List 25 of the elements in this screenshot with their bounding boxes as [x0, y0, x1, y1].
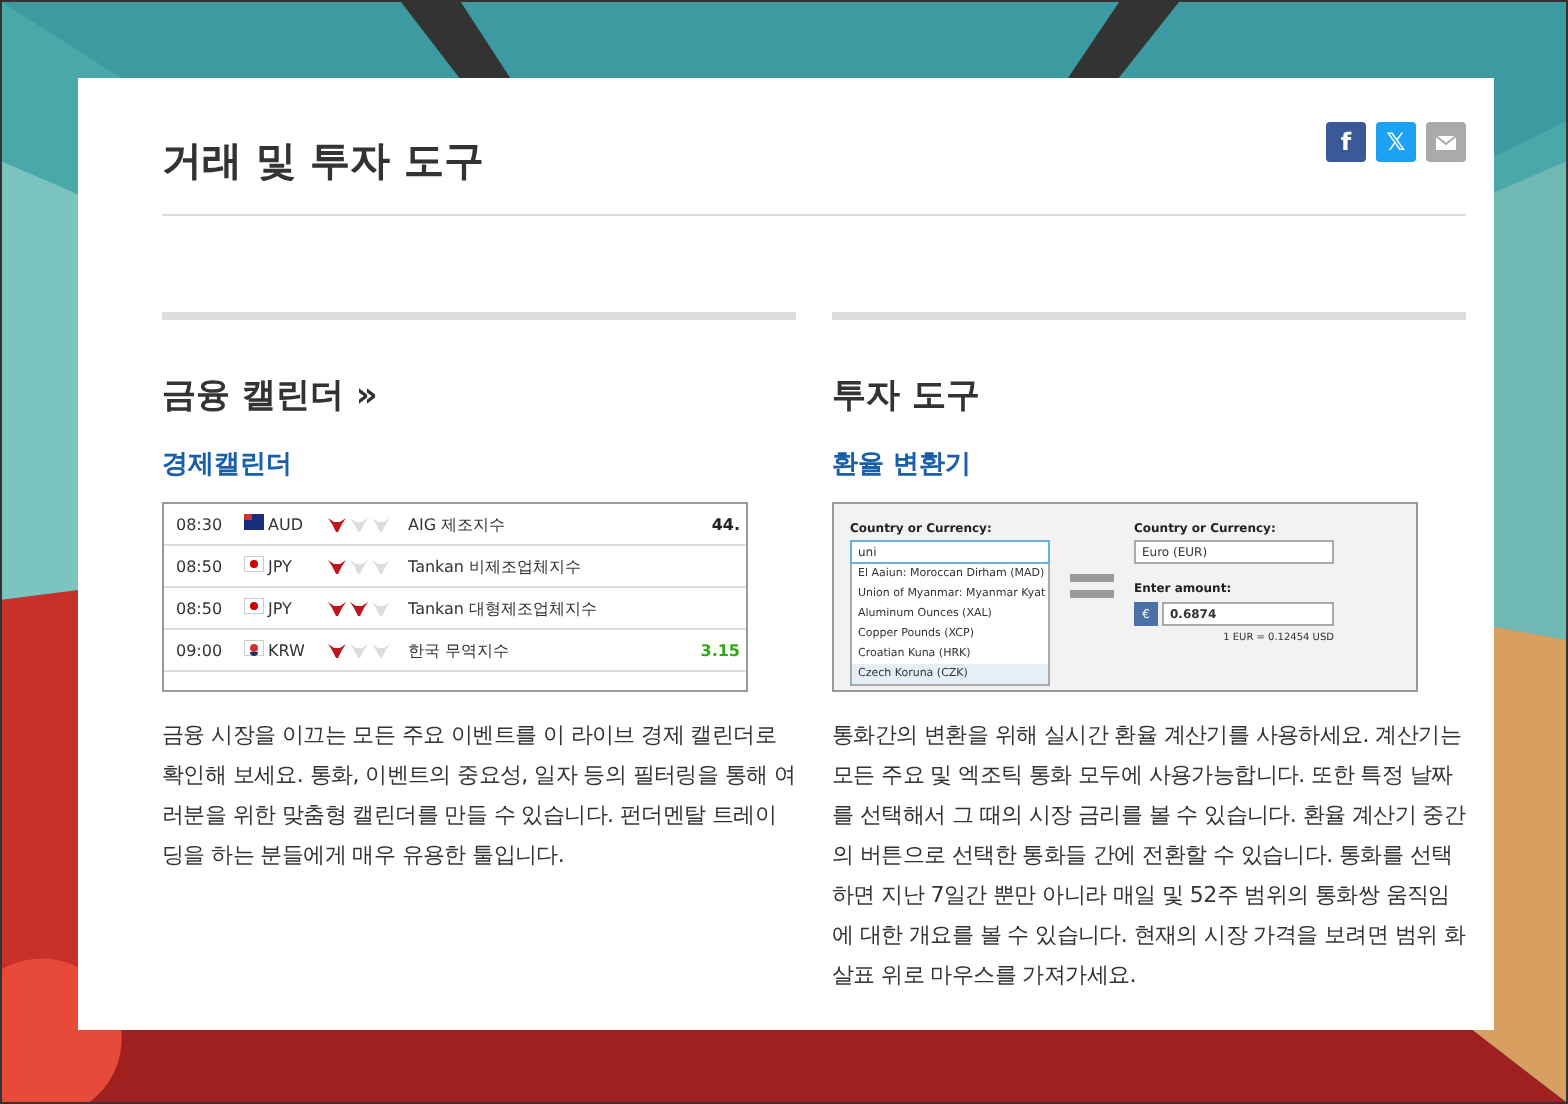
event-text: AIG 제조지수: [408, 513, 506, 535]
swap-icon[interactable]: [1070, 574, 1114, 598]
section-heading: 금융 캘린더 »: [162, 374, 380, 418]
section-heading: 투자 도구: [832, 374, 982, 418]
event-text: Tankan 대형제조업체지수: [408, 597, 598, 619]
event-text: 한국 무역지수: [408, 639, 510, 661]
currency-text: KRW: [268, 641, 307, 659]
value-text: 44.: [711, 515, 740, 533]
time-text: 09:00: [176, 641, 225, 659]
email-button[interactable]: [1426, 122, 1466, 162]
event-text: Tankan 비제조업체지수: [408, 555, 582, 577]
description-text: 금융 시장을 이끄는 모든 주요 이벤트를 이 라이브 경제 캘린더로 확인해 보세요. 통화, 이벤트의 중요성, 일자 등의 필터링을 통해 여러분을 위한 맞춤형 캘린더를 만들 수 있습니다. 펀더멘탈 트레이딩을 하는 분들에게 매우 유용한 툴입니다.: [162, 720, 796, 872]
currency-text: JPY: [268, 599, 294, 617]
facebook-button[interactable]: f: [1326, 122, 1366, 162]
time-text: 08:50: [176, 599, 225, 617]
page-title: 거래 및 투자 도구: [162, 134, 484, 188]
description-text: 통화간의 변환을 위해 실시간 환율 계산기를 사용하세요. 계산기는 모든 주요 및 엑조틱 통화 모두에 사용가능합니다. 또한 특정 날짜를 선택해서 그 때의 시장 금리를 볼 수 있습니다. 환율 계산기 중간의 버튼으로 선택한 통화들 간에 전환할 수 있습니다. 통화를 선택하면 지난 7일간 뿐만 아니라 매일 및 52주 범위의 통화쌍 움직임에 대한 개요를 볼 수 있습니다. 현재의 시장 가격을 보려면 범위 화살표 위로 마우스를 가져가세요.: [832, 720, 1466, 992]
value-text: 3.15: [700, 641, 740, 659]
time-text: 08:30: [176, 515, 225, 533]
currency-text: JPY: [268, 557, 294, 575]
tool-link[interactable]: 환율 변환기: [832, 446, 1466, 482]
tool-link[interactable]: 경제캘린더: [162, 446, 796, 482]
currency-text: AUD: [268, 515, 305, 533]
time-text: 08:50: [176, 557, 225, 575]
envelope-icon: [1436, 135, 1456, 149]
